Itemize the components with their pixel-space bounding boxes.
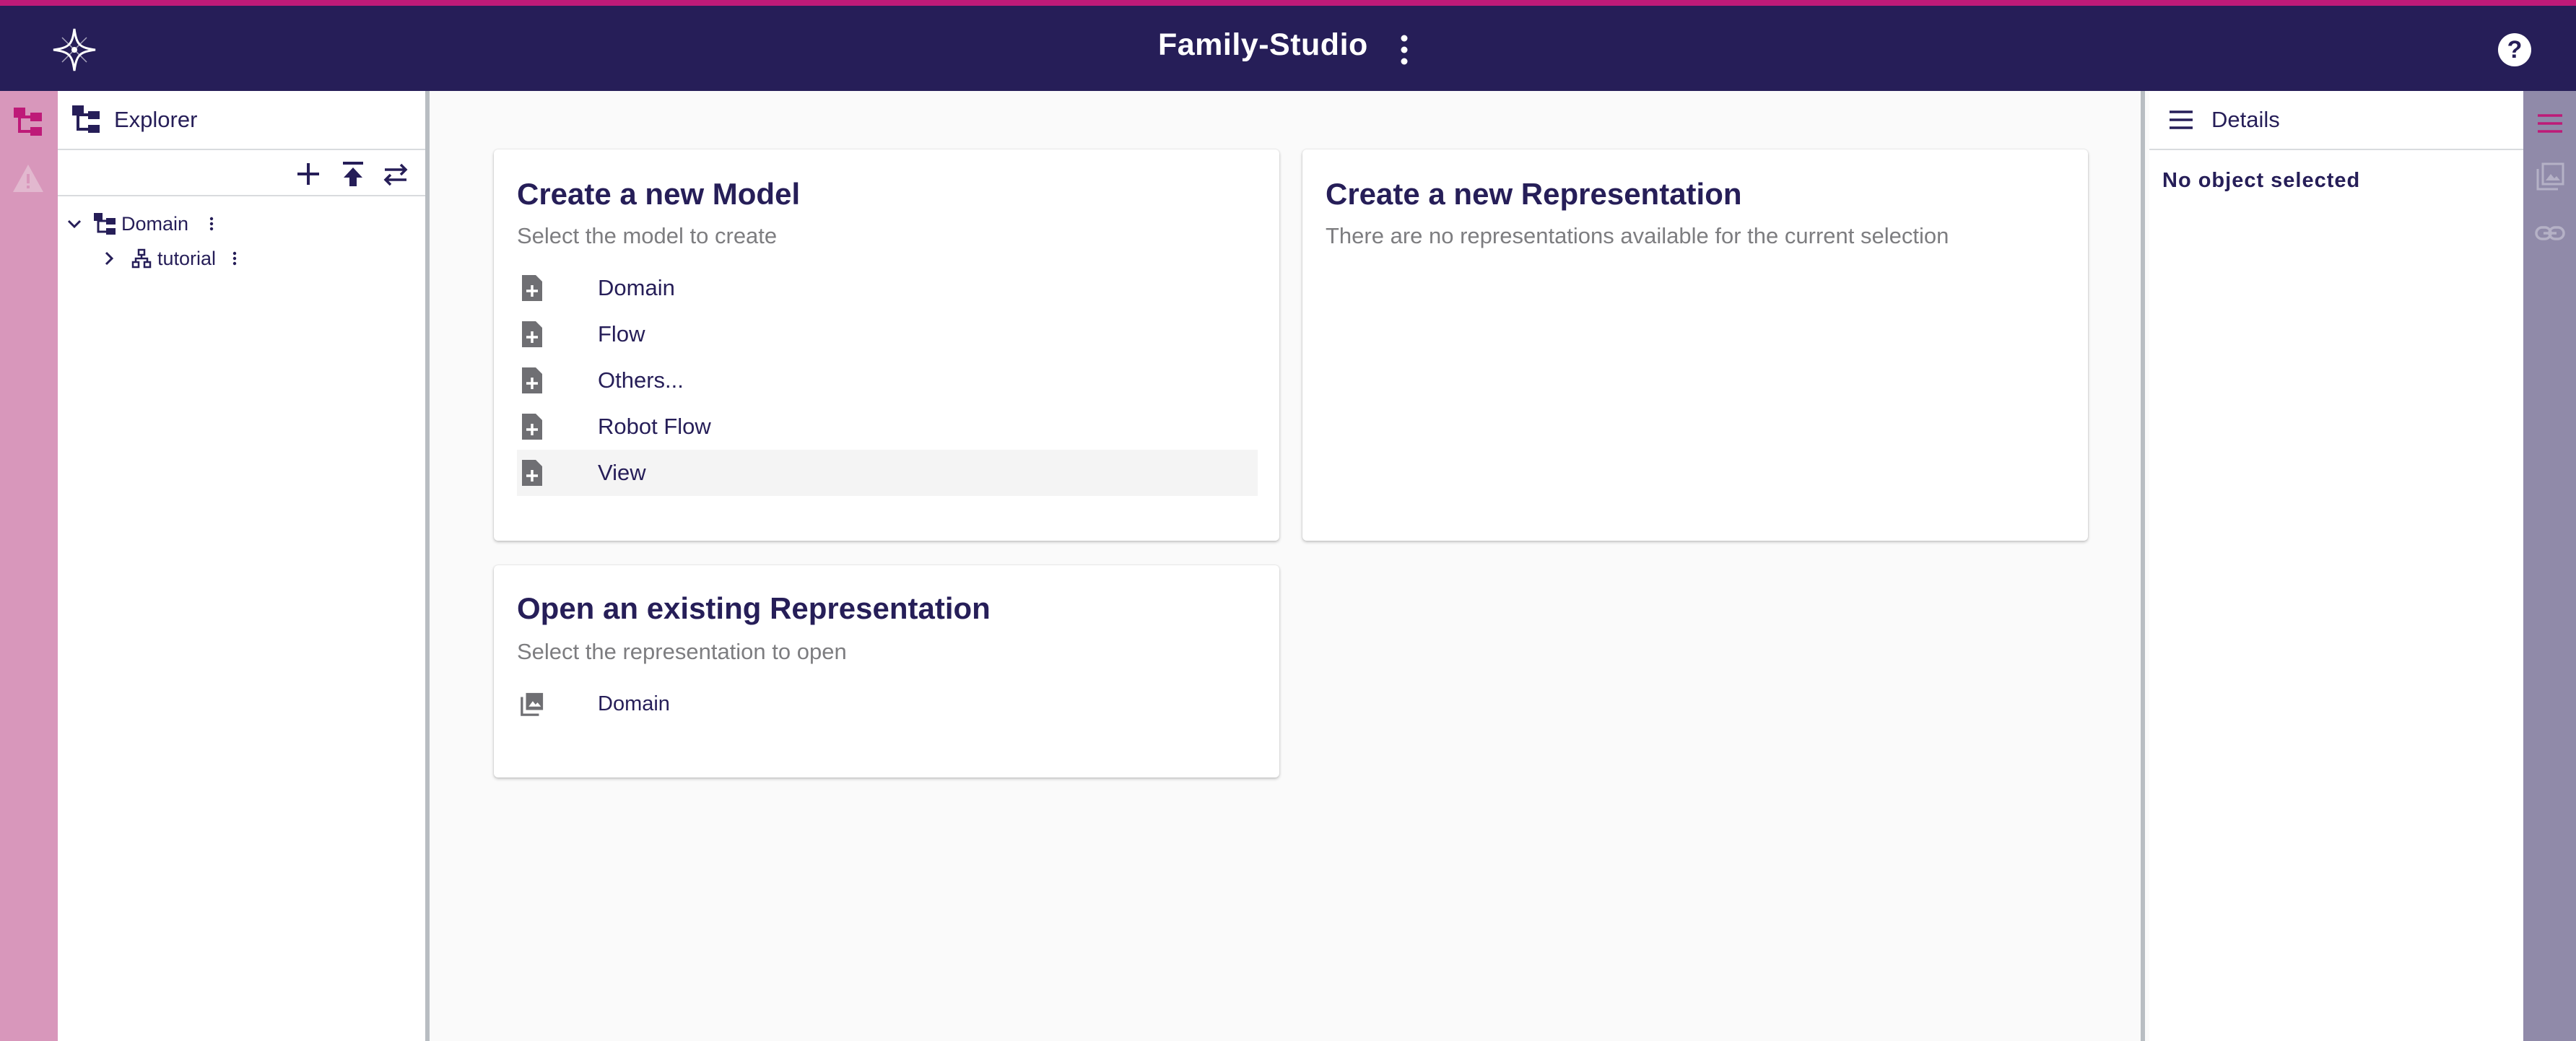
link-icon[interactable] bbox=[2533, 217, 2567, 250]
model-item-label: View bbox=[598, 460, 646, 485]
explorer-header: Explorer bbox=[58, 91, 425, 150]
upload-icon[interactable] bbox=[338, 159, 368, 189]
chevron-right-icon[interactable] bbox=[98, 248, 120, 269]
card-title: Create a new Model bbox=[517, 177, 801, 211]
card-title: Open an existing Representation bbox=[517, 591, 991, 625]
accent-top-line bbox=[0, 0, 2576, 6]
left-rail bbox=[0, 91, 58, 1041]
menu-icon bbox=[2170, 110, 2193, 129]
add-icon[interactable] bbox=[293, 159, 323, 189]
tree-item-label: Domain bbox=[121, 212, 189, 235]
hierarchy-icon bbox=[131, 248, 152, 269]
model-item-flow[interactable]: Flow bbox=[517, 311, 1258, 357]
representation-item-domain[interactable]: Domain bbox=[517, 681, 1258, 727]
app-logo-icon[interactable] bbox=[48, 23, 101, 77]
card-title: Create a new Representation bbox=[1326, 177, 1742, 211]
warning-icon[interactable] bbox=[12, 162, 45, 195]
details-panel: Details No object selected bbox=[2149, 91, 2523, 1041]
new-representation-card: Create a new Representation There are no… bbox=[1302, 149, 2088, 541]
tree-structure-icon bbox=[94, 213, 116, 235]
representation-item-label: Domain bbox=[598, 692, 670, 715]
more-vertical-icon[interactable] bbox=[204, 213, 219, 235]
model-item-label: Others... bbox=[598, 367, 684, 393]
details-title: Details bbox=[2211, 107, 2280, 132]
model-item-label: Flow bbox=[598, 321, 645, 347]
more-vertical-icon[interactable] bbox=[227, 248, 242, 269]
app-title: Family-Studio bbox=[1158, 27, 1368, 62]
new-file-icon bbox=[522, 321, 542, 347]
card-subtitle: Select the model to create bbox=[517, 223, 778, 248]
tree-item-label: tutorial bbox=[157, 247, 217, 269]
help-icon[interactable]: ? bbox=[2498, 33, 2531, 66]
tree-item-domain[interactable]: Domain bbox=[64, 208, 219, 240]
right-rail bbox=[2523, 91, 2576, 1041]
card-subtitle: Select the representation to open bbox=[517, 639, 847, 664]
open-representation-card: Open an existing Representation Select t… bbox=[494, 565, 1279, 778]
new-model-card: Create a new Model Select the model to c… bbox=[494, 149, 1279, 541]
model-item-others[interactable]: Others... bbox=[517, 357, 1258, 404]
details-empty-text: No object selected bbox=[2162, 169, 2361, 192]
model-item-label: Robot Flow bbox=[598, 414, 711, 439]
model-item-view[interactable]: View bbox=[517, 450, 1258, 496]
explorer-panel: Explorer Domain tutorial bbox=[58, 91, 430, 1041]
details-header: Details bbox=[2149, 91, 2523, 150]
swap-icon[interactable] bbox=[380, 159, 411, 189]
explorer-tree-icon[interactable] bbox=[12, 105, 45, 139]
tree-item-tutorial[interactable]: tutorial bbox=[98, 243, 242, 274]
menu-icon[interactable] bbox=[2533, 107, 2567, 140]
more-vertical-icon[interactable] bbox=[1393, 32, 1415, 68]
chevron-down-icon[interactable] bbox=[64, 213, 85, 235]
new-file-icon bbox=[522, 275, 542, 301]
app-header: Family-Studio ? bbox=[0, 6, 2576, 91]
explorer-toolbar bbox=[58, 150, 425, 196]
new-file-icon bbox=[522, 367, 542, 393]
new-file-icon bbox=[522, 460, 542, 486]
new-file-icon bbox=[522, 414, 542, 440]
explorer-title: Explorer bbox=[114, 107, 198, 132]
explorer-tree-icon bbox=[72, 105, 100, 133]
card-subtitle: There are no representations available f… bbox=[1326, 223, 1949, 248]
model-item-label: Domain bbox=[598, 275, 675, 300]
images-icon[interactable] bbox=[2533, 160, 2567, 193]
images-icon bbox=[521, 692, 544, 716]
model-item-robot-flow[interactable]: Robot Flow bbox=[517, 404, 1258, 450]
main-area: Create a new Model Select the model to c… bbox=[434, 91, 2145, 1041]
model-item-domain[interactable]: Domain bbox=[517, 265, 1258, 311]
